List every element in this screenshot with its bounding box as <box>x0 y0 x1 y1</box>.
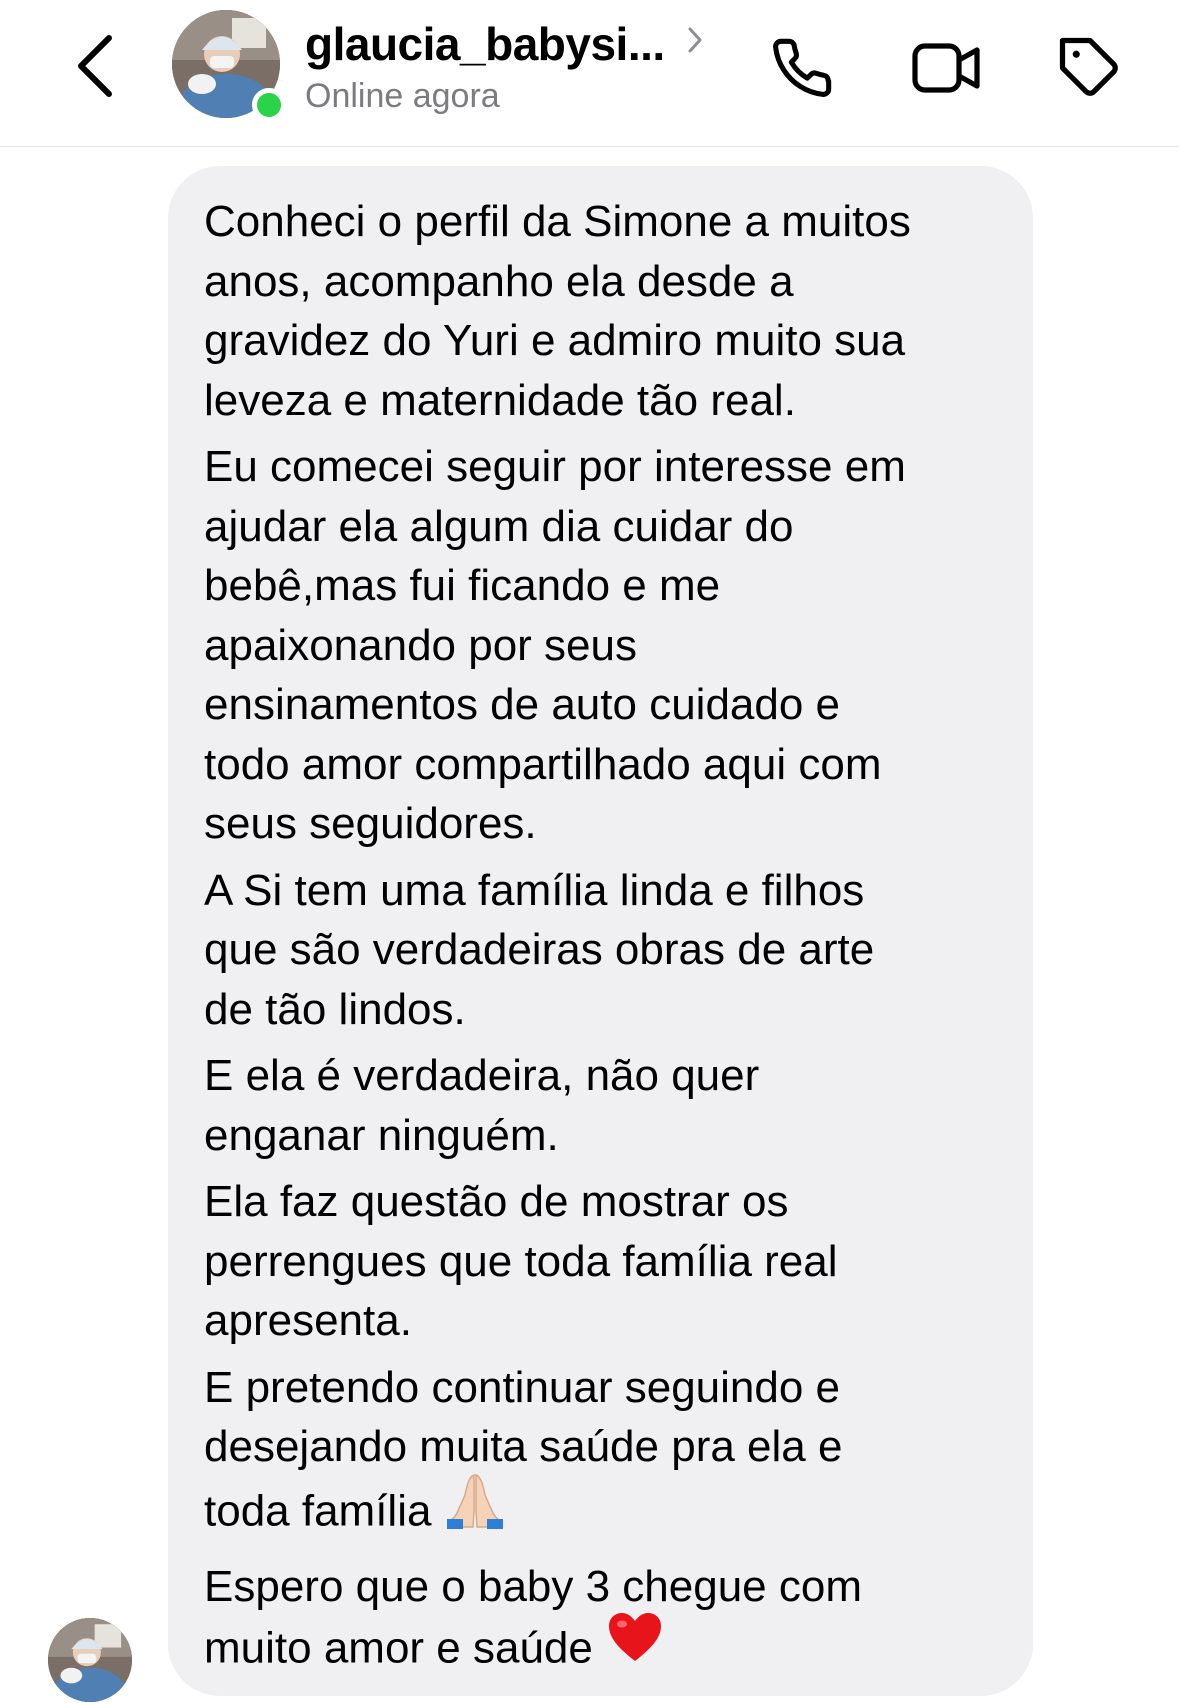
message-line: ajudar ela algum dia cuidar do <box>204 501 794 551</box>
message-bubble[interactable]: Conheci o perfil da Simone a muitos anos… <box>168 166 1033 1696</box>
message-line: Conheci o perfil da Simone a muitos <box>204 197 911 246</box>
message-line: ensinamentos de auto cuidado e <box>204 680 841 729</box>
message-line: Espero que o baby 3 chegue com <box>204 1562 863 1611</box>
message-line: que são verdadeiras obras de arte <box>204 925 875 974</box>
message-line: bebê,mas fui ficando e me <box>204 561 721 610</box>
video-call-button[interactable] <box>905 26 989 110</box>
message-line: E ela é verdadeira, não quer <box>204 1051 760 1100</box>
message-line: gravidez do Yuri e admiro muito sua <box>204 316 906 365</box>
profile-avatar[interactable] <box>172 10 286 122</box>
message-line-with-emoji: muito amor e saúde <box>204 1612 1003 1685</box>
message-line: perrengues que toda família real <box>204 1236 838 1286</box>
label-button[interactable] <box>1048 26 1132 110</box>
message-line: Ela faz questão de mostrar os <box>204 1177 789 1226</box>
contact-info[interactable]: glaucia_babysi... Online agora <box>305 16 745 116</box>
red-heart-emoji <box>607 1611 663 1679</box>
message-line: desejando muita saúde pra ela e <box>204 1422 843 1471</box>
sender-avatar[interactable] <box>48 1618 132 1702</box>
message-line: apresenta. <box>204 1296 412 1345</box>
message-text: muito amor e saúde <box>204 1622 593 1672</box>
praying-hands-emoji <box>445 1471 505 1545</box>
chat-header: glaucia_babysi... Online agora <box>0 0 1179 147</box>
back-button[interactable] <box>60 28 130 104</box>
chevron-left-icon <box>78 35 112 97</box>
video-camera-icon <box>912 43 980 93</box>
online-status: Online agora <box>305 77 500 115</box>
message-text: toda família <box>204 1485 432 1535</box>
message-line: leveza e maternidade tão real. <box>204 375 796 425</box>
contact-username: glaucia_babysi... <box>305 18 665 70</box>
phone-icon <box>773 38 832 97</box>
message-line: E pretendo continuar seguindo e <box>204 1362 841 1412</box>
message-line: A Si tem uma família linda e filhos <box>204 865 865 915</box>
message-line: de tão lindos. <box>204 984 466 1034</box>
voice-call-button[interactable] <box>760 26 844 110</box>
message-line: Eu comecei seguir por interesse em <box>204 442 906 491</box>
online-status-dot <box>252 88 286 122</box>
chevron-right-icon <box>688 27 702 53</box>
message-line: anos, acompanho ela desde a <box>204 256 794 306</box>
message-line: apaixonando por seus <box>204 620 637 670</box>
message-line: enganar ninguém. <box>204 1110 559 1160</box>
tag-icon <box>1059 37 1118 96</box>
message-line: seus seguidores. <box>204 799 537 848</box>
message-line-with-emoji: toda família <box>204 1473 1003 1551</box>
message-line: todo amor compartilhado aqui com <box>204 739 882 789</box>
